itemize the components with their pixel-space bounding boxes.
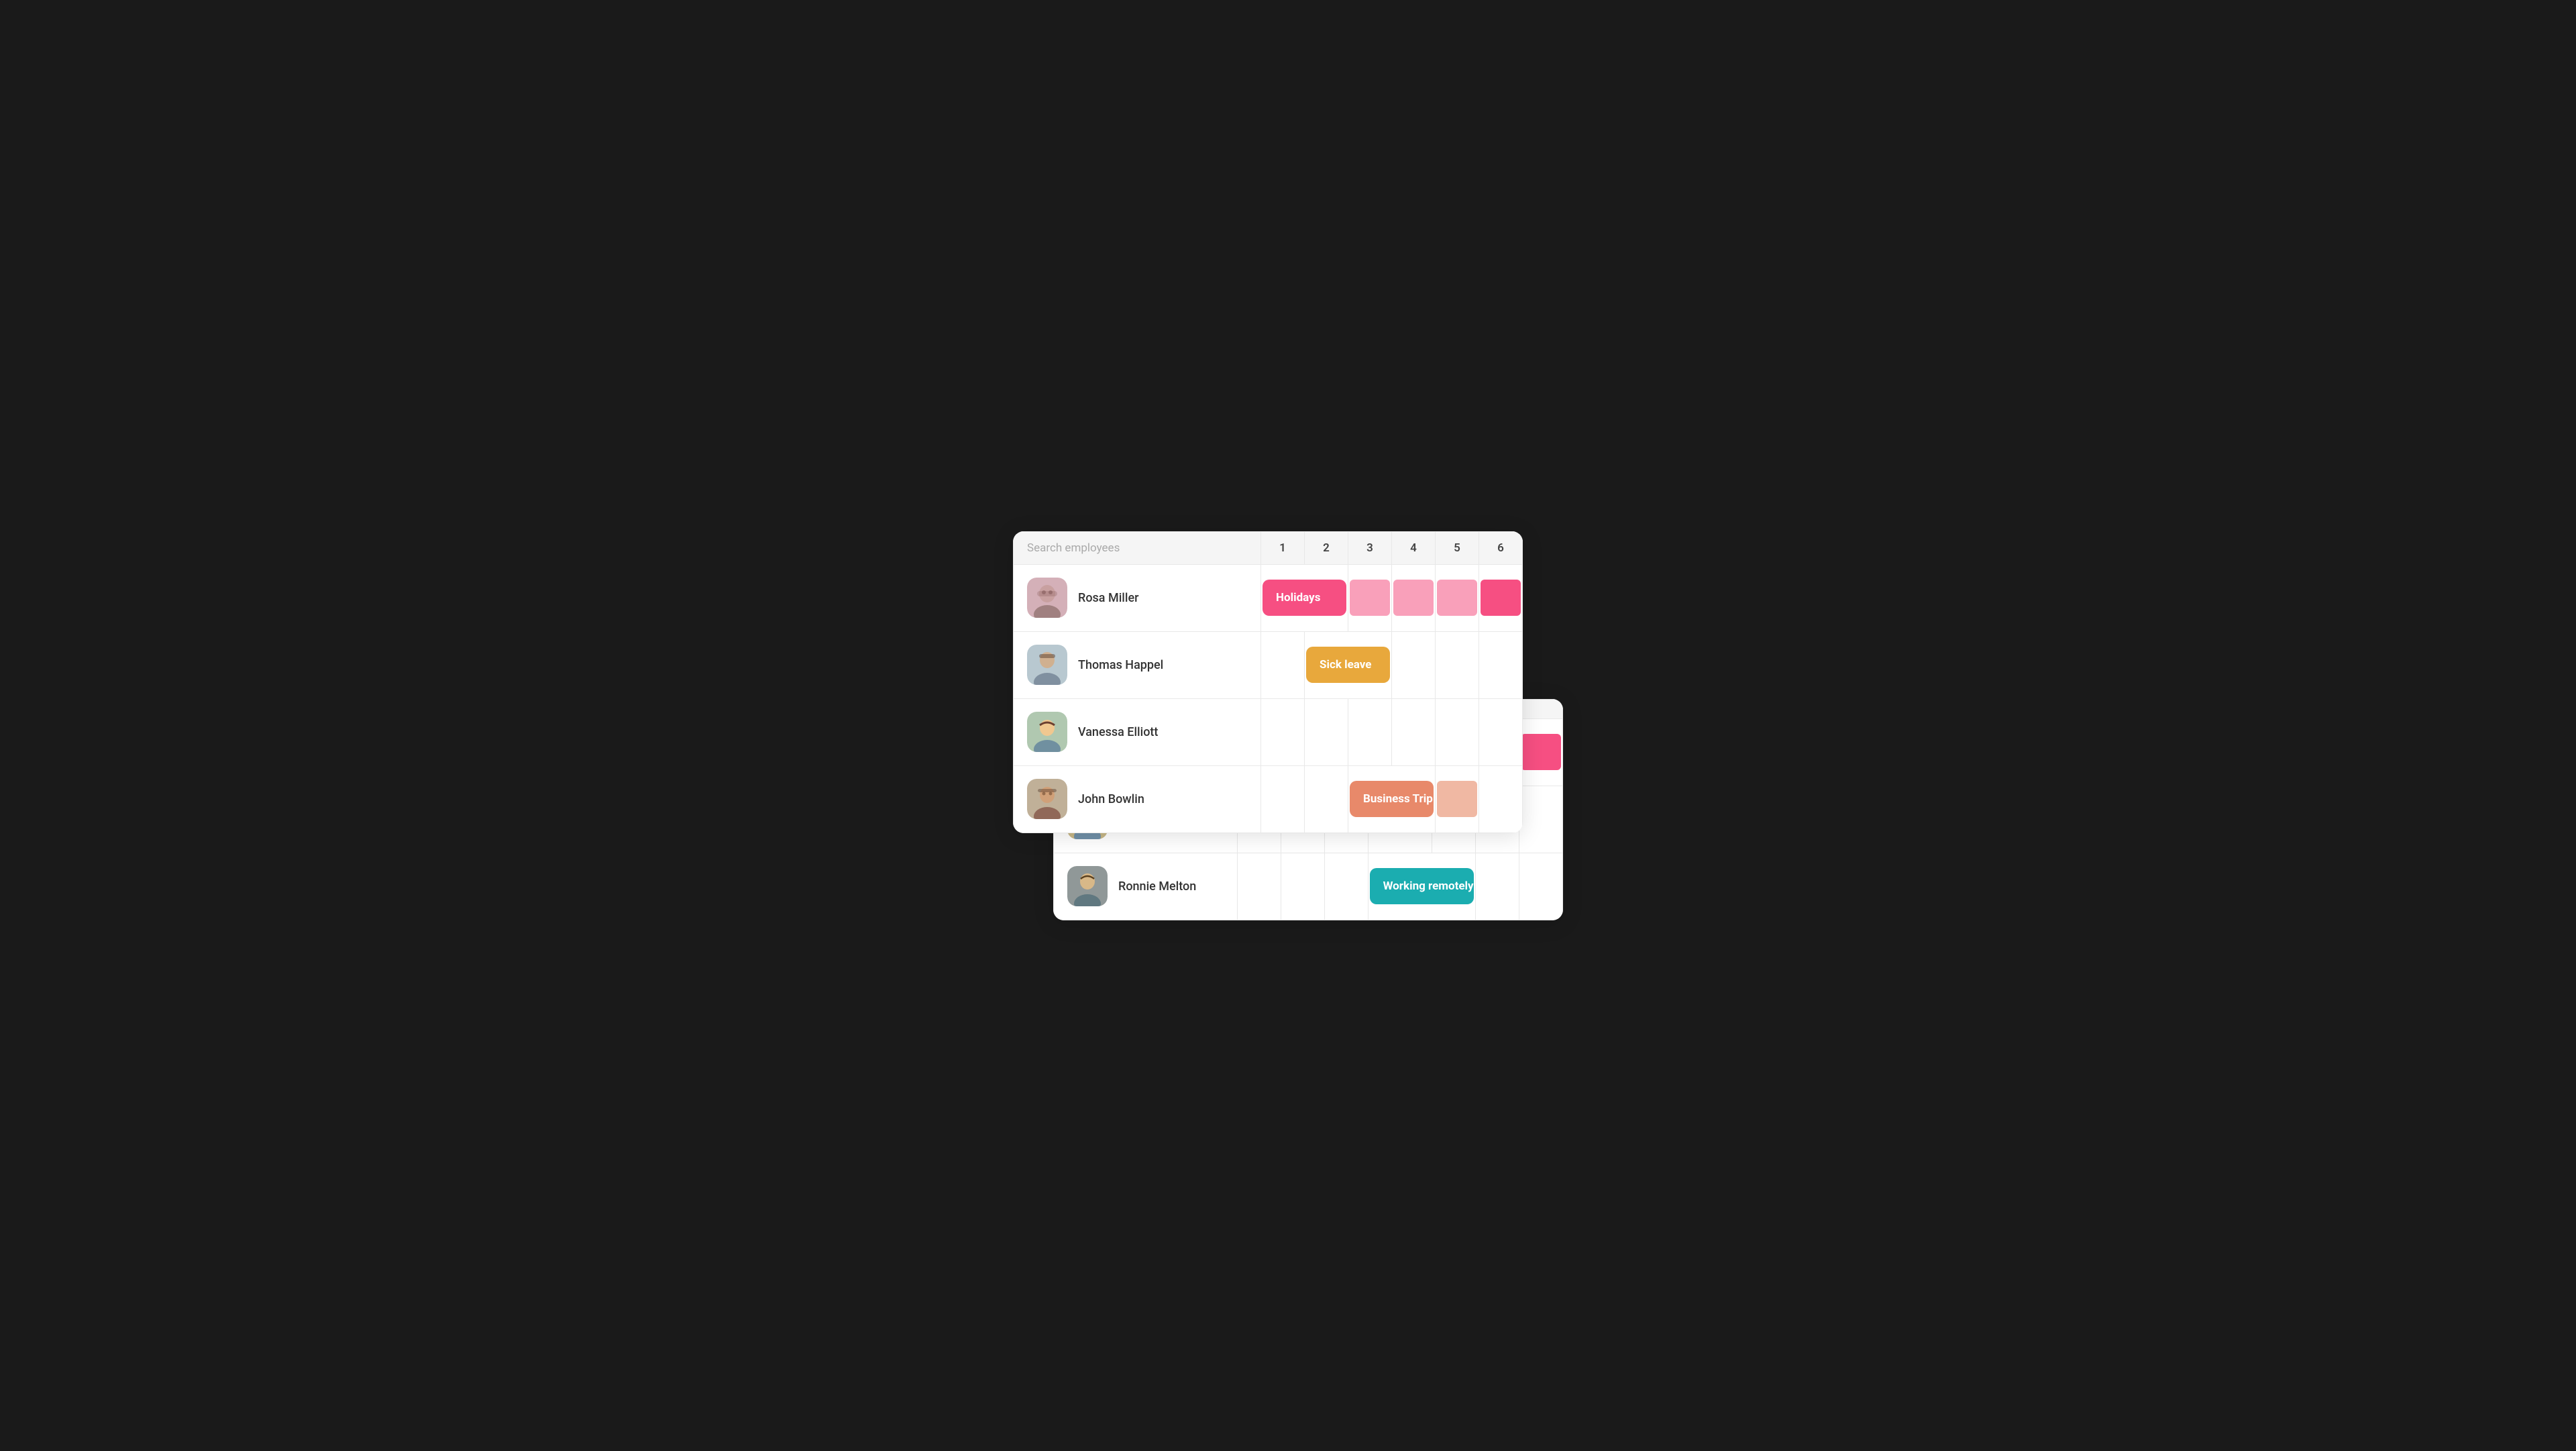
top-schedule-table: Search employees 1 2 3 4 5 (1013, 531, 1523, 833)
table-row: John Bowlin Business Trip (1014, 765, 1523, 832)
scene: Search employees 1 2 3 4 5 (1013, 531, 1563, 920)
cal-cell (1479, 631, 1523, 698)
table-row: Thomas Happel Sick leave (1014, 631, 1523, 698)
cal-cell[interactable]: Business Trip (1348, 765, 1436, 832)
cal-cell (1519, 786, 1563, 853)
cal-cell (1261, 698, 1305, 765)
cal-cell (1261, 631, 1305, 698)
col-3-header: 3 (1348, 531, 1392, 564)
cal-cell (1479, 698, 1523, 765)
avatar (1027, 779, 1067, 819)
avatar (1027, 645, 1067, 685)
event-bar-holidays[interactable]: Holidays (1263, 580, 1346, 616)
employee-info: John Bowlin (1027, 779, 1247, 819)
event-business-faded (1437, 781, 1477, 817)
employee-name: Ronnie Melton (1118, 879, 1196, 894)
employee-name-cell: Vanessa Elliott (1014, 698, 1261, 765)
employee-info: Ronnie Melton (1067, 866, 1224, 906)
cal-cell[interactable]: Sick leave (1305, 631, 1392, 698)
employee-info: Rosa Miller (1027, 578, 1247, 618)
cal-cell[interactable]: Working remotely (1368, 853, 1475, 920)
cal-cell (1436, 765, 1479, 832)
event-faded (1437, 580, 1477, 616)
col-4-header: 4 (1392, 531, 1436, 564)
avatar (1067, 866, 1108, 906)
cal-cell (1348, 564, 1392, 631)
search-header[interactable]: Search employees (1014, 531, 1261, 564)
header-row: Search employees 1 2 3 4 5 (1014, 531, 1523, 564)
event-bar-sick[interactable]: Sick leave (1306, 647, 1390, 683)
col-6-header: 6 (1479, 531, 1523, 564)
cal-cell (1392, 564, 1436, 631)
col-1-header: 1 (1261, 531, 1305, 564)
cal-cell (1436, 564, 1479, 631)
employee-name: Rosa Miller (1078, 591, 1139, 605)
employee-info: Vanessa Elliott (1027, 712, 1247, 752)
cal-cell (1436, 698, 1479, 765)
avatar (1027, 712, 1067, 752)
cal-cell (1237, 853, 1281, 920)
cal-cell[interactable]: Holidays (1261, 564, 1348, 631)
employee-name-cell: Thomas Happel (1014, 631, 1261, 698)
cal-cell (1519, 853, 1563, 920)
cal-cell (1324, 853, 1368, 920)
cal-cell (1476, 853, 1519, 920)
cal-cell (1392, 631, 1436, 698)
employee-name-cell: Rosa Miller (1014, 564, 1261, 631)
event-bar (1521, 734, 1561, 770)
employee-name: Vanessa Elliott (1078, 725, 1158, 739)
cal-cell (1392, 698, 1436, 765)
col-2-header: 2 (1305, 531, 1348, 564)
employee-name-cell: Ronnie Melton (1054, 853, 1238, 920)
table-row: Vanessa Elliott (1014, 698, 1523, 765)
cal-cell (1281, 853, 1324, 920)
top-card: Search employees 1 2 3 4 5 (1013, 531, 1523, 833)
table-row: Ronnie Melton Working remotely (1054, 853, 1563, 920)
cal-cell (1479, 765, 1523, 832)
employee-name: John Bowlin (1078, 792, 1144, 806)
employee-info: Thomas Happel (1027, 645, 1247, 685)
cal-cell (1479, 564, 1523, 631)
employee-name: Thomas Happel (1078, 658, 1163, 672)
cal-cell (1436, 631, 1479, 698)
event-bar-business[interactable]: Business Trip (1350, 781, 1434, 817)
cal-cell (1348, 698, 1392, 765)
cal-cell (1261, 765, 1305, 832)
col-5-header: 5 (1436, 531, 1479, 564)
event-faded (1393, 580, 1434, 616)
cal-cell (1305, 698, 1348, 765)
table-row: Rosa Miller Holidays (1014, 564, 1523, 631)
col-b7-header (1519, 699, 1563, 718)
cal-cell (1519, 718, 1563, 786)
event-faded (1350, 580, 1390, 616)
avatar (1027, 578, 1067, 618)
event-bar-remote[interactable]: Working remotely (1370, 868, 1474, 904)
search-placeholder-text: Search employees (1027, 541, 1120, 555)
cal-cell (1305, 765, 1348, 832)
employee-name-cell: John Bowlin (1014, 765, 1261, 832)
event-bar (1481, 580, 1521, 616)
